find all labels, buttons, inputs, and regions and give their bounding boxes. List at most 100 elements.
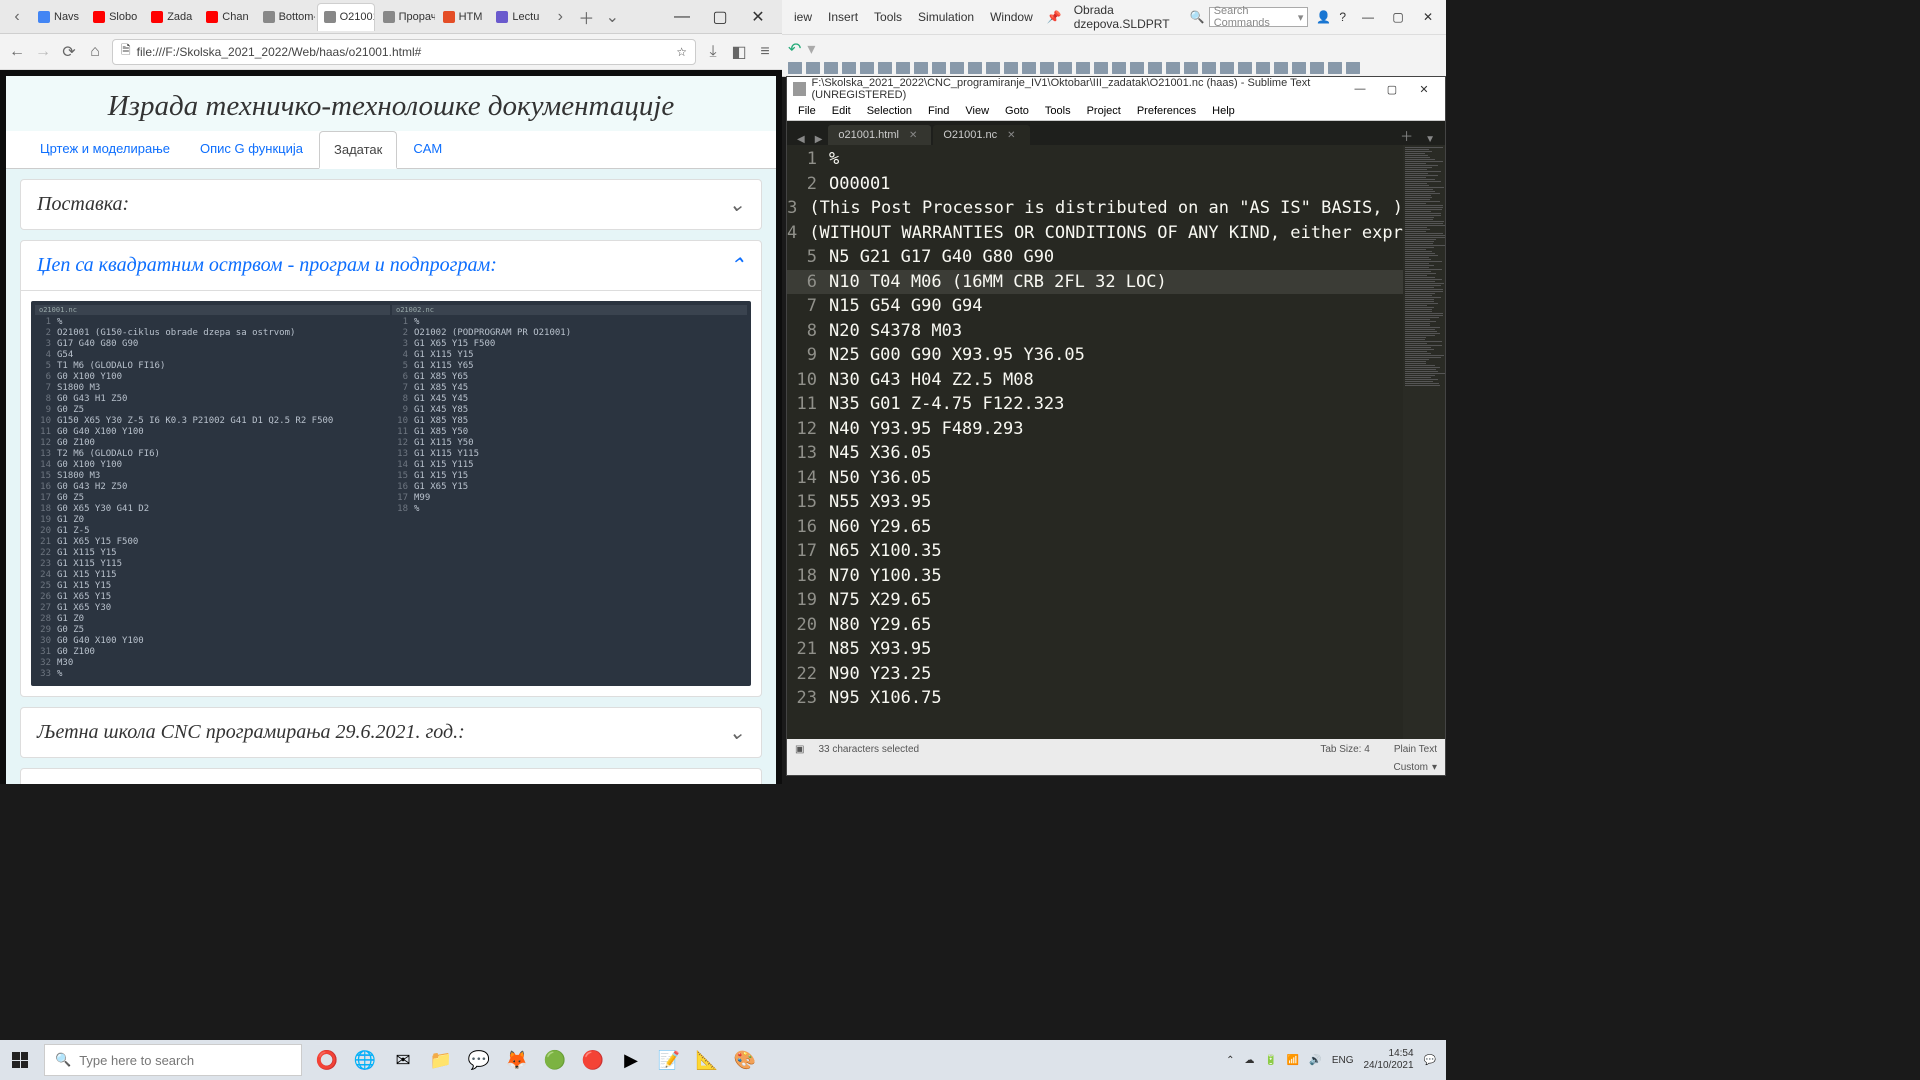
sw-toolbar-icon[interactable]: [1220, 62, 1234, 74]
minimize-icon[interactable]: —: [664, 3, 700, 31]
tab-dropdown-icon[interactable]: ▼: [1421, 134, 1439, 145]
browser-tab[interactable]: Прорачу: [377, 3, 435, 31]
sw-toolbar-icon[interactable]: [1040, 62, 1054, 74]
sw-toolbar-icon[interactable]: [1202, 62, 1216, 74]
card-header[interactable]: Џеп са квадратним острвом - програм и по…: [21, 241, 761, 291]
sw-toolbar-icon[interactable]: [932, 62, 946, 74]
taskbar-app-icon[interactable]: 🔴: [574, 1040, 612, 1080]
taskbar-app-icon[interactable]: 📁: [422, 1040, 460, 1080]
new-tab-icon[interactable]: ＋: [1394, 126, 1419, 145]
sw-menu-item[interactable]: Insert: [820, 10, 866, 24]
tab-size[interactable]: Tab Size: 4: [1320, 744, 1369, 755]
tray-chevron-icon[interactable]: ⌃: [1226, 1055, 1234, 1066]
browser-tab[interactable]: Slobo: [87, 3, 143, 31]
card-header[interactable]: Поставка: ⌄: [21, 180, 761, 229]
card-header[interactable]: Љетна школа CNC програмирања 29.6.2021. …: [21, 708, 761, 757]
taskbar-app-icon[interactable]: 🦊: [498, 1040, 536, 1080]
reload-icon[interactable]: ⟳: [60, 43, 78, 61]
tabs-back-icon[interactable]: ‹: [6, 6, 28, 28]
sw-toolbar-icon[interactable]: [1112, 62, 1126, 74]
browser-tab[interactable]: Zada: [145, 3, 198, 31]
sw-search-input[interactable]: Search Commands▾: [1209, 7, 1309, 27]
sw-toolbar-icon[interactable]: [1058, 62, 1072, 74]
sublime-tab[interactable]: O21001.nc✕: [933, 125, 1029, 145]
sw-toolbar-icon[interactable]: [1166, 62, 1180, 74]
minimize-icon[interactable]: —: [1354, 6, 1382, 28]
close-icon[interactable]: ✕: [740, 3, 776, 31]
sw-toolbar-icon[interactable]: [1328, 62, 1342, 74]
taskbar-search-input[interactable]: 🔍Type here to search: [44, 1044, 302, 1076]
close-icon[interactable]: ✕: [909, 130, 917, 141]
browser-tab[interactable]: Lectu: [490, 3, 545, 31]
page-tab[interactable]: Опис G функција: [186, 131, 317, 168]
sublime-menu-item[interactable]: View: [958, 105, 996, 117]
sublime-menu-item[interactable]: Tools: [1038, 105, 1078, 117]
close-icon[interactable]: ✕: [1409, 80, 1439, 98]
page-viewport[interactable]: Израда техничко-технолошке документације…: [0, 70, 782, 784]
tray-wifi-icon[interactable]: 📶: [1287, 1055, 1299, 1066]
maximize-icon[interactable]: ▢: [1384, 6, 1412, 28]
sublime-tab[interactable]: o21001.html✕: [828, 125, 931, 145]
browser-tab[interactable]: O21001!✕: [317, 3, 375, 31]
url-input[interactable]: 🗎 file:///F:/Skolska_2021_2022/Web/haas/…: [112, 39, 696, 65]
taskbar-app-icon[interactable]: ⭕: [308, 1040, 346, 1080]
sublime-menu-item[interactable]: Goto: [998, 105, 1036, 117]
undo-icon[interactable]: ↶: [788, 39, 801, 59]
browser-tab[interactable]: Chan: [200, 3, 254, 31]
sw-toolbar-icon[interactable]: [1094, 62, 1108, 74]
sw-toolbar-icon[interactable]: [860, 62, 874, 74]
taskbar-app-icon[interactable]: 🎨: [726, 1040, 764, 1080]
maximize-icon[interactable]: ▢: [702, 3, 738, 31]
browser-tab[interactable]: Bottom-…: [257, 3, 315, 31]
sw-menu-item[interactable]: Window: [982, 10, 1041, 24]
sublime-menu-item[interactable]: Find: [921, 105, 956, 117]
sw-toolbar-icon[interactable]: [1292, 62, 1306, 74]
minimize-icon[interactable]: —: [1345, 80, 1375, 98]
tabs-forward-icon[interactable]: ›: [549, 6, 571, 28]
sw-menu-item[interactable]: Simulation: [910, 10, 982, 24]
taskbar-app-icon[interactable]: 📐: [688, 1040, 726, 1080]
sw-toolbar-icon[interactable]: [896, 62, 910, 74]
tray-cloud-icon[interactable]: ☁: [1244, 1055, 1254, 1066]
sw-toolbar-icon[interactable]: [1238, 62, 1252, 74]
sw-menu-item[interactable]: iew: [786, 10, 820, 24]
sw-toolbar-icon[interactable]: [950, 62, 964, 74]
browser-tab[interactable]: Navs: [32, 3, 85, 31]
tab-next-icon[interactable]: ▶: [811, 134, 827, 145]
minimap[interactable]: [1403, 145, 1445, 739]
sw-menu-item[interactable]: Tools: [866, 10, 910, 24]
nav-back-icon[interactable]: ←: [8, 43, 26, 61]
taskbar-app-icon[interactable]: 🌐: [346, 1040, 384, 1080]
taskbar-app-icon[interactable]: ✉: [384, 1040, 422, 1080]
panel-icon[interactable]: ▣: [795, 744, 804, 755]
tab-prev-icon[interactable]: ◀: [793, 134, 809, 145]
sw-toolbar-icon[interactable]: [1076, 62, 1090, 74]
sw-toolbar-icon[interactable]: [968, 62, 982, 74]
sw-toolbar-icon[interactable]: [1256, 62, 1270, 74]
sw-toolbar-icon[interactable]: [842, 62, 856, 74]
help-icon[interactable]: ?: [1339, 10, 1346, 24]
menu-icon[interactable]: ≡: [756, 43, 774, 61]
page-tab[interactable]: Цртеж и моделирање: [26, 131, 184, 168]
taskbar-app-icon[interactable]: ▶: [612, 1040, 650, 1080]
downloads-icon[interactable]: ⤓: [704, 43, 722, 61]
pin-icon[interactable]: 📌: [1047, 10, 1062, 24]
code-area[interactable]: 1%2O000013(This Post Processor is distri…: [787, 145, 1403, 739]
close-icon[interactable]: ✕: [1414, 6, 1442, 28]
sw-toolbar-icon[interactable]: [1148, 62, 1162, 74]
taskbar-app-icon[interactable]: 📝: [650, 1040, 688, 1080]
sublime-menu-item[interactable]: Project: [1080, 105, 1128, 117]
sublime-menu-item[interactable]: Preferences: [1130, 105, 1203, 117]
sw-toolbar-icon[interactable]: [914, 62, 928, 74]
page-tab[interactable]: CAM: [399, 131, 456, 168]
sw-toolbar-icon[interactable]: [1274, 62, 1288, 74]
extensions-icon[interactable]: ◧: [730, 43, 748, 61]
encoding[interactable]: Custom: [1394, 762, 1428, 773]
taskbar-app-icon[interactable]: 🟢: [536, 1040, 574, 1080]
sw-toolbar-icon[interactable]: [1184, 62, 1198, 74]
sw-toolbar-icon[interactable]: [824, 62, 838, 74]
maximize-icon[interactable]: ▢: [1377, 80, 1407, 98]
sw-toolbar-icon[interactable]: [1346, 62, 1360, 74]
tray-volume-icon[interactable]: 🔊: [1309, 1055, 1321, 1066]
new-tab-icon[interactable]: ＋: [575, 6, 597, 28]
